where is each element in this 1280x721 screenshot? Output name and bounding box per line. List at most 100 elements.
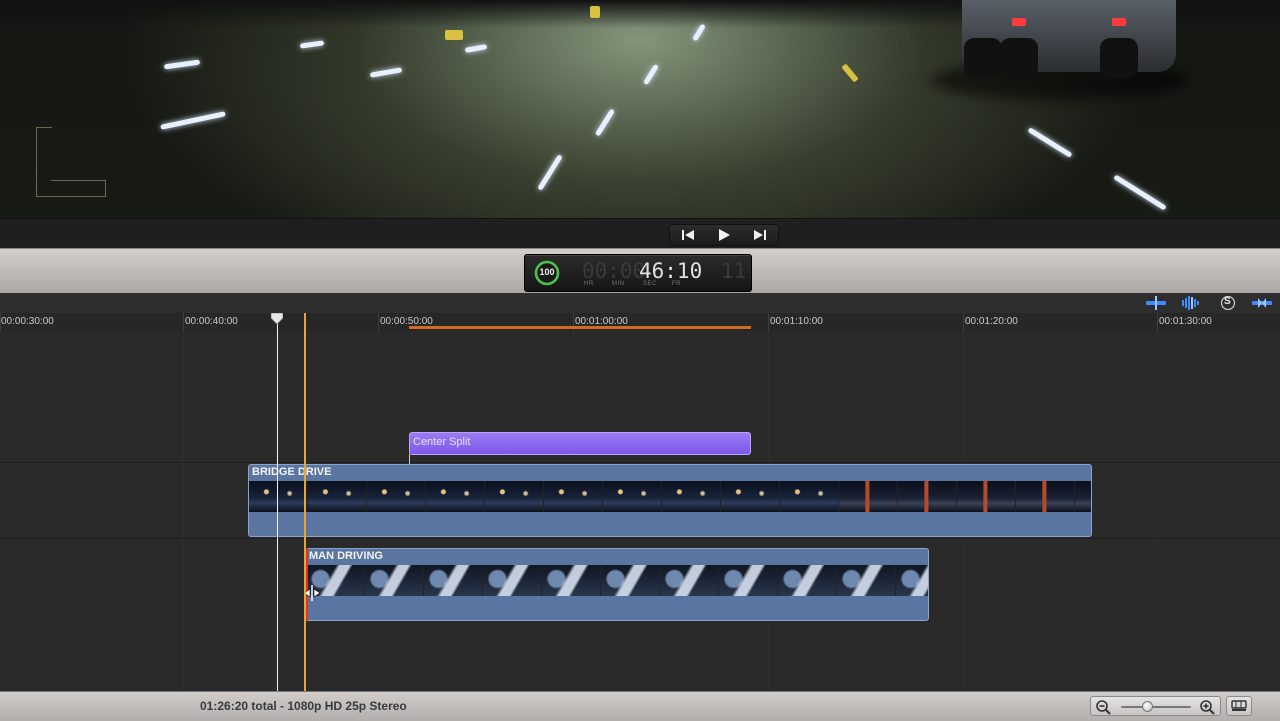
timeline-status-bar: 01:26:20 total - 1080p HD 25p Stereo — [0, 691, 1280, 721]
playhead-handle-icon[interactable] — [271, 313, 283, 325]
thumbnail — [898, 481, 957, 512]
gridline — [183, 331, 184, 691]
clip-filmstrip — [306, 565, 928, 596]
thumbnail — [719, 565, 778, 596]
viewer[interactable] — [0, 0, 1280, 218]
timeline-ruler[interactable]: 00:00:30:00 00:00:40:00 00:00:50:00 00:0… — [0, 313, 1280, 332]
thumbnail — [1016, 481, 1075, 512]
thumbnail — [365, 565, 424, 596]
thumbnail — [839, 481, 898, 512]
ruler-tick — [183, 313, 184, 331]
thumbnail — [544, 481, 603, 512]
lane-marking — [643, 63, 659, 86]
thumbnail — [426, 481, 485, 512]
zoom-out-icon[interactable] — [1095, 699, 1113, 715]
lane-marking — [1113, 174, 1167, 211]
gridline — [1157, 331, 1158, 691]
lane-marking — [160, 111, 226, 130]
thumbnail — [483, 565, 542, 596]
transport-bar — [0, 218, 1280, 249]
thumbnail — [603, 481, 662, 512]
timecode-subframes: 11 — [721, 259, 747, 283]
project-info: 01:26:20 total - 1080p HD 25p Stereo — [200, 699, 407, 713]
thumbnail — [778, 565, 837, 596]
audio-skimming-icon — [1182, 296, 1199, 310]
snapping-icon — [1252, 298, 1272, 308]
video-skimming-button[interactable] — [1146, 296, 1166, 310]
ruler-label: 00:01:10:00 — [770, 316, 823, 327]
skip-forward-icon — [754, 230, 766, 240]
lane-marking — [299, 40, 325, 49]
timecode-unit-hr: HR — [584, 281, 594, 287]
clip-filmstrip — [249, 481, 1091, 512]
thumbnail — [1075, 481, 1091, 512]
video-clip-bridge-drive[interactable]: BRIDGE DRIVE — [248, 464, 1092, 537]
storyline-top-border — [0, 462, 1280, 463]
thumbnail — [249, 481, 308, 512]
clip-title: Center Split — [413, 436, 471, 448]
video-skimming-icon — [1146, 296, 1166, 310]
lane-marking — [537, 154, 563, 191]
title-clip-center-split[interactable]: Center Split — [409, 432, 751, 455]
thumbnail — [837, 565, 896, 596]
thumbnail — [542, 565, 601, 596]
go-to-start-button[interactable] — [670, 225, 706, 245]
timecode-unit-sec: SEC — [643, 281, 657, 287]
ruler-label: 00:00:30:00 — [1, 316, 54, 327]
thumbnail — [424, 565, 483, 596]
video-clip-man-driving[interactable]: MAN DRIVING — [305, 548, 929, 621]
tail-light — [1112, 18, 1126, 26]
playhead[interactable] — [277, 313, 278, 691]
zoom-slider-track[interactable] — [1121, 706, 1191, 708]
skimmer — [304, 313, 306, 691]
clip-title: BRIDGE DRIVE — [252, 466, 332, 478]
audio-skimming-button[interactable] — [1181, 296, 1201, 310]
road-reflector — [841, 63, 859, 83]
ruler-label: 00:00:40:00 — [185, 316, 238, 327]
dashboard-strip: 100 00:00 46:10 11 HR MIN SEC FR — [0, 248, 1280, 295]
storyline-bottom-border — [0, 538, 1280, 539]
thumbnail — [660, 565, 719, 596]
timecode-unit-min: MIN — [612, 281, 625, 287]
clip-title: MAN DRIVING — [309, 550, 383, 562]
progress-value: 100 — [539, 267, 555, 277]
clip-appearance-button[interactable] — [1226, 696, 1252, 716]
selected-range-bar — [409, 326, 751, 329]
ruler-label: 00:01:30:00 — [1159, 316, 1212, 327]
solo-button[interactable]: S — [1218, 296, 1238, 310]
timecode-seconds-frames: 46:10 — [639, 259, 703, 283]
wheel — [1100, 38, 1138, 78]
timecode-hours-minutes: 00:00 — [582, 259, 646, 283]
ruler-tick — [378, 313, 379, 331]
timeline-zoom-control — [1090, 696, 1221, 716]
ruler-tick — [1157, 313, 1158, 331]
thumbnail — [721, 481, 780, 512]
transport-controls — [669, 224, 779, 246]
play-icon — [719, 229, 730, 241]
car — [962, 0, 1176, 78]
timeline-toolbar: S — [0, 293, 1280, 313]
thumbnail — [367, 481, 426, 512]
dashboard[interactable]: 100 00:00 46:10 11 HR MIN SEC FR — [524, 254, 752, 292]
thumbnail — [485, 481, 544, 512]
lane-marking — [163, 59, 201, 70]
lane-marking — [369, 67, 403, 78]
lower-third-guide-icon — [36, 127, 106, 197]
thumbnail — [662, 481, 721, 512]
go-to-end-button[interactable] — [742, 225, 778, 245]
thumbnail — [896, 565, 928, 596]
zoom-in-icon[interactable] — [1199, 699, 1217, 715]
timeline[interactable]: Center Split BRIDGE DRIVE MAN DRIVING — [0, 331, 1280, 691]
snapping-button[interactable] — [1252, 296, 1272, 310]
thumbnail — [957, 481, 1016, 512]
lane-marking — [464, 44, 488, 53]
thumbnail — [308, 481, 367, 512]
wheel — [964, 38, 1002, 78]
road-reflector — [590, 6, 600, 18]
lane-marking — [1027, 127, 1073, 158]
thumbnail — [601, 565, 660, 596]
zoom-slider-thumb[interactable] — [1142, 701, 1153, 712]
ruler-tick — [768, 313, 769, 331]
play-button[interactable] — [706, 225, 742, 245]
wheel — [1000, 38, 1038, 78]
